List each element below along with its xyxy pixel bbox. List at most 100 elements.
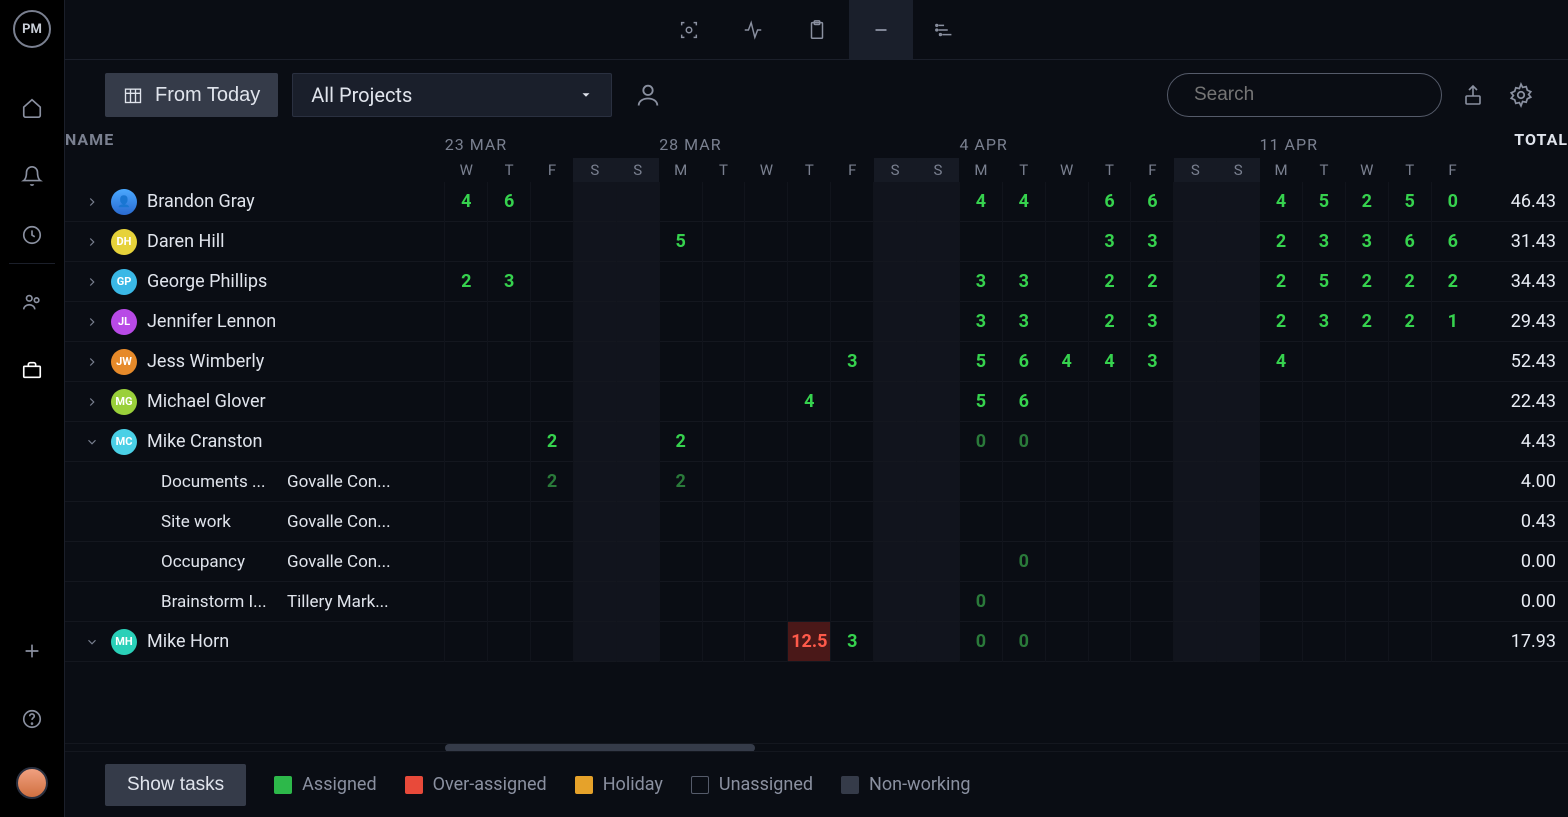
workload-cell[interactable]: [1345, 422, 1388, 462]
workload-cell[interactable]: [1217, 302, 1260, 342]
workload-cell[interactable]: [702, 422, 745, 462]
workload-cell[interactable]: [616, 342, 659, 382]
workload-cell[interactable]: [917, 382, 960, 422]
workload-cell[interactable]: [1045, 502, 1088, 542]
workload-cell[interactable]: 4: [1088, 342, 1131, 382]
workload-cell[interactable]: 12.5: [788, 622, 831, 662]
workload-cell[interactable]: [702, 542, 745, 582]
workload-cell[interactable]: [1388, 502, 1431, 542]
workload-cell[interactable]: [531, 622, 574, 662]
workload-cell[interactable]: [659, 382, 702, 422]
workload-cell[interactable]: [1217, 422, 1260, 462]
workload-cell[interactable]: 2: [1260, 262, 1303, 302]
tab-clipboard-icon[interactable]: [785, 0, 849, 60]
workload-cell[interactable]: [659, 542, 702, 582]
workload-cell[interactable]: [1431, 502, 1474, 542]
workload-cell[interactable]: 2: [1431, 262, 1474, 302]
workload-cell[interactable]: [745, 342, 788, 382]
workload-cell[interactable]: [831, 262, 874, 302]
workload-cell[interactable]: [874, 382, 917, 422]
workload-cell[interactable]: [616, 302, 659, 342]
workload-cell[interactable]: [659, 622, 702, 662]
workload-cell[interactable]: 4: [1260, 342, 1303, 382]
workload-cell[interactable]: [445, 302, 488, 342]
workload-cell[interactable]: 3: [1345, 222, 1388, 262]
workload-cell[interactable]: [1174, 462, 1217, 502]
workload-cell[interactable]: 4: [959, 182, 1002, 222]
workload-cell[interactable]: [1302, 462, 1345, 502]
workload-cell[interactable]: [1345, 382, 1388, 422]
workload-cell[interactable]: [616, 462, 659, 502]
workload-cell[interactable]: 3: [1088, 222, 1131, 262]
workload-cell[interactable]: [1045, 422, 1088, 462]
workload-cell[interactable]: [573, 262, 616, 302]
workload-cell[interactable]: [445, 382, 488, 422]
workload-cell[interactable]: [573, 222, 616, 262]
workload-cell[interactable]: [1431, 622, 1474, 662]
workload-cell[interactable]: [531, 502, 574, 542]
workload-cell[interactable]: 6: [1002, 382, 1045, 422]
workload-cell[interactable]: [1302, 422, 1345, 462]
workload-cell[interactable]: [874, 582, 917, 622]
workload-cell[interactable]: 5: [959, 382, 1002, 422]
workload-cell[interactable]: [445, 622, 488, 662]
from-today-button[interactable]: From Today: [105, 73, 278, 117]
workload-cell[interactable]: [1431, 462, 1474, 502]
workload-cell[interactable]: [1002, 462, 1045, 502]
workload-cell[interactable]: 2: [1345, 302, 1388, 342]
tab-workload-icon[interactable]: [849, 0, 913, 60]
workload-cell[interactable]: [1345, 582, 1388, 622]
workload-cell[interactable]: [1260, 542, 1303, 582]
workload-cell[interactable]: [874, 342, 917, 382]
workload-cell[interactable]: [1431, 422, 1474, 462]
workload-cell[interactable]: [1131, 462, 1174, 502]
workload-cell[interactable]: 3: [1131, 302, 1174, 342]
workload-cell[interactable]: [1302, 502, 1345, 542]
nav-home-icon[interactable]: [12, 88, 52, 128]
workload-cell[interactable]: [745, 622, 788, 662]
workload-cell[interactable]: [616, 182, 659, 222]
workload-cell[interactable]: [745, 542, 788, 582]
nav-notifications-icon[interactable]: [12, 156, 52, 196]
workload-cell[interactable]: [531, 382, 574, 422]
workload-cell[interactable]: [1388, 622, 1431, 662]
workload-cell[interactable]: [788, 262, 831, 302]
workload-cell[interactable]: [1388, 462, 1431, 502]
tab-scan-icon[interactable]: [657, 0, 721, 60]
workload-cell[interactable]: [788, 342, 831, 382]
search-input[interactable]: [1194, 84, 1439, 106]
workload-cell[interactable]: [1217, 582, 1260, 622]
workload-cell[interactable]: [1431, 542, 1474, 582]
workload-cell[interactable]: [1045, 182, 1088, 222]
workload-cell[interactable]: [1388, 422, 1431, 462]
workload-cell[interactable]: 1: [1431, 302, 1474, 342]
workload-cell[interactable]: 6: [1131, 182, 1174, 222]
workload-cell[interactable]: [874, 222, 917, 262]
workload-cell[interactable]: [874, 542, 917, 582]
workload-cell[interactable]: [445, 582, 488, 622]
workload-cell[interactable]: [788, 582, 831, 622]
show-tasks-button[interactable]: Show tasks: [105, 764, 246, 806]
workload-cell[interactable]: [616, 222, 659, 262]
workload-cell[interactable]: [531, 542, 574, 582]
workload-cell[interactable]: [531, 182, 574, 222]
workload-cell[interactable]: 6: [1388, 222, 1431, 262]
expand-chevron[interactable]: [83, 355, 101, 369]
workload-cell[interactable]: [1217, 462, 1260, 502]
workload-cell[interactable]: [788, 462, 831, 502]
workload-cell[interactable]: [1345, 542, 1388, 582]
workload-cell[interactable]: 2: [445, 262, 488, 302]
workload-cell[interactable]: [831, 422, 874, 462]
workload-cell[interactable]: [1388, 382, 1431, 422]
workload-cell[interactable]: [1302, 582, 1345, 622]
workload-cell[interactable]: [1174, 542, 1217, 582]
workload-cell[interactable]: [702, 382, 745, 422]
workload-cell[interactable]: [488, 502, 531, 542]
workload-cell[interactable]: [573, 622, 616, 662]
workload-cell[interactable]: [1260, 582, 1303, 622]
workload-cell[interactable]: [1045, 262, 1088, 302]
workload-cell[interactable]: 6: [1002, 342, 1045, 382]
workload-cell[interactable]: 3: [1302, 222, 1345, 262]
workload-cell[interactable]: [1388, 582, 1431, 622]
workload-cell[interactable]: [488, 422, 531, 462]
